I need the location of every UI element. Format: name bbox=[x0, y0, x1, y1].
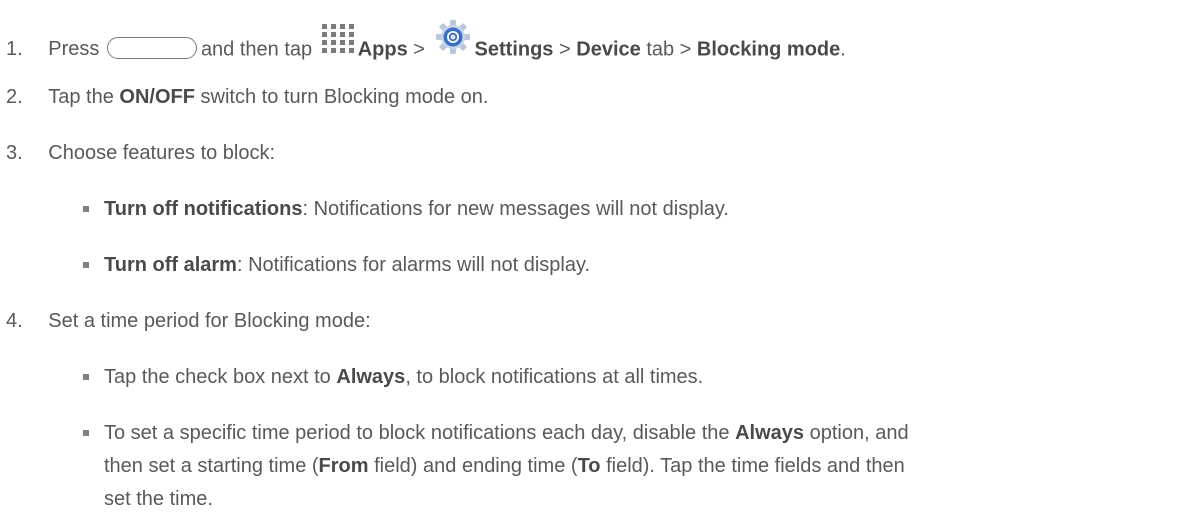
bullet-text: field). Tap the time fields and then bbox=[606, 455, 905, 477]
bullet-text: field) and ending time ( bbox=[374, 455, 578, 477]
separator: > bbox=[559, 38, 571, 61]
bullet-text: , to block notifications at all times. bbox=[405, 366, 704, 388]
step-text: switch to turn Blocking mode on. bbox=[200, 86, 489, 108]
period: . bbox=[840, 38, 846, 61]
bullet-text: then set a starting time ( bbox=[104, 455, 319, 477]
bullet-text: : Notifications for alarms will not disp… bbox=[236, 254, 591, 276]
step-3: 3. Choose features to block: bbox=[6, 141, 275, 165]
step-4-bullet-1: Tap the check box next to Always, to blo… bbox=[104, 365, 703, 389]
to-label: To bbox=[577, 455, 601, 477]
bullet-text: : Notifications for new messages will no… bbox=[302, 198, 729, 220]
step-text: tab > bbox=[646, 38, 692, 61]
bullet-text: Tap the check box next to bbox=[104, 366, 331, 388]
bullet-marker bbox=[83, 262, 89, 268]
step-text: Press bbox=[48, 38, 100, 61]
step-4: 4. Set a time period for Blocking mode: bbox=[6, 309, 371, 333]
step-4-bullet-2-line-1: To set a specific time period to block n… bbox=[104, 421, 909, 445]
bullet-marker bbox=[83, 206, 89, 212]
separator: > bbox=[413, 38, 425, 61]
settings-label: Settings bbox=[474, 38, 554, 61]
always-label: Always bbox=[336, 366, 406, 388]
step-number: 4. bbox=[6, 310, 23, 332]
step-4-bullet-2-line-3: set the time. bbox=[104, 487, 213, 511]
step-number: 2. bbox=[6, 86, 23, 108]
step-3-bullet-1: Turn off notifications: Notifications fo… bbox=[104, 197, 729, 221]
device-label: Device bbox=[576, 38, 641, 61]
step-3-bullet-2: Turn off alarm: Notifications for alarms… bbox=[104, 253, 590, 277]
bullet-marker bbox=[83, 430, 89, 436]
blocking-mode-label: Blocking mode bbox=[696, 38, 841, 61]
apps-grid-icon bbox=[321, 24, 354, 60]
step-4-bullet-2-line-2: then set a starting time (From field) an… bbox=[104, 454, 905, 478]
step-text: Choose features to block: bbox=[48, 142, 276, 164]
step-number: 1. bbox=[6, 38, 23, 61]
settings-gear-icon bbox=[435, 19, 471, 61]
home-button-icon bbox=[106, 37, 197, 59]
step-2: 2. Tap the ON/OFF switch to turn Blockin… bbox=[6, 85, 488, 109]
bullet-text: To set a specific time period to block n… bbox=[104, 422, 730, 444]
bullet-marker bbox=[83, 374, 89, 380]
turn-off-alarm-label: Turn off alarm bbox=[104, 254, 237, 276]
apps-label: Apps bbox=[357, 38, 408, 61]
step-number: 3. bbox=[6, 142, 23, 164]
step-1: 1. Press and then tap Apps > Settings > … bbox=[6, 20, 846, 71]
step-text: Tap the bbox=[48, 86, 114, 108]
from-label: From bbox=[318, 455, 369, 477]
bullet-text: option, and bbox=[809, 422, 909, 444]
step-text: and then tap bbox=[200, 38, 313, 61]
bullet-text: set the time. bbox=[104, 488, 213, 510]
turn-off-notifications-label: Turn off notifications bbox=[104, 198, 303, 220]
always-label: Always bbox=[735, 422, 805, 444]
on-off-label: ON/OFF bbox=[119, 86, 195, 108]
step-text: Set a time period for Blocking mode: bbox=[48, 310, 371, 332]
